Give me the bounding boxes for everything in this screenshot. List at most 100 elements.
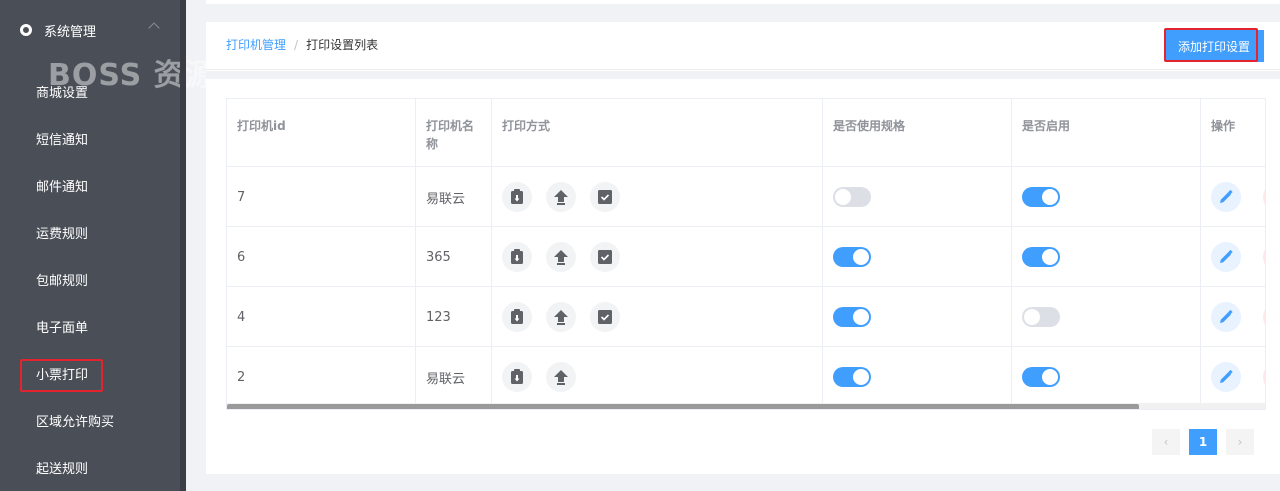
sidebar: 系统管理 BOSS 资源 商城设置 短信通知 邮件通知 运费规则 包邮规则 电子… xyxy=(0,0,215,491)
upload-icon[interactable] xyxy=(546,242,576,272)
enabled-switch[interactable] xyxy=(1022,187,1060,207)
col-actions[interactable]: 操作 xyxy=(1201,99,1265,167)
next-page-button[interactable]: › xyxy=(1226,429,1254,455)
sidebar-item-label: 短信通知 xyxy=(36,133,89,148)
use-spec-switch[interactable] xyxy=(833,247,871,267)
switch-knob xyxy=(1042,369,1058,385)
cell-enabled xyxy=(1012,227,1201,287)
page-1-button[interactable]: 1 xyxy=(1189,429,1217,455)
cell-name: 365 xyxy=(416,227,492,287)
prev-page-button[interactable]: ‹ xyxy=(1152,429,1180,455)
inbox-icon[interactable] xyxy=(590,242,620,272)
upload-icon[interactable] xyxy=(546,302,576,332)
sidebar-item-label: 商城设置 xyxy=(36,86,89,101)
col-printer-id[interactable]: 打印机id xyxy=(227,99,416,167)
col-use-spec[interactable]: 是否使用规格 xyxy=(823,99,1012,167)
upload-icon[interactable] xyxy=(546,182,576,212)
sidebar-item-free-shipping[interactable]: 包邮规则 xyxy=(0,256,180,303)
cell-methods xyxy=(492,287,823,347)
inbox-icon[interactable] xyxy=(590,182,620,212)
col-enabled[interactable]: 是否启用 xyxy=(1012,99,1201,167)
col-print-method[interactable]: 打印方式 xyxy=(492,99,823,167)
edit-button[interactable] xyxy=(1211,302,1241,332)
clipboard-icon[interactable] xyxy=(502,302,532,332)
switch-knob xyxy=(835,189,851,205)
switch-knob xyxy=(853,249,869,265)
upload-icon[interactable] xyxy=(546,362,576,392)
cell-name: 易联云 xyxy=(416,167,492,227)
edit-button[interactable] xyxy=(1211,362,1241,392)
enabled-switch[interactable] xyxy=(1022,307,1060,327)
cell-id: 4 xyxy=(227,287,416,347)
cell-enabled xyxy=(1012,287,1201,347)
cell-methods xyxy=(492,227,823,287)
sidebar-item-e-waybill[interactable]: 电子面单 xyxy=(0,303,180,350)
edit-button[interactable] xyxy=(1211,182,1241,212)
cell-use-spec xyxy=(823,227,1012,287)
table-row: 7 易联云 xyxy=(227,167,1265,227)
col-printer-name[interactable]: 打印机名称 xyxy=(416,99,492,167)
cell-use-spec xyxy=(823,347,1012,407)
switch-knob xyxy=(1042,249,1058,265)
cell-enabled xyxy=(1012,167,1201,227)
use-spec-switch[interactable] xyxy=(833,307,871,327)
breadcrumb-separator: / xyxy=(294,38,299,52)
cell-use-spec xyxy=(823,287,1012,347)
table-row: 4 123 xyxy=(227,287,1265,347)
add-print-setting-button[interactable]: 添加打印设置 xyxy=(1166,30,1262,62)
cell-methods xyxy=(492,347,823,407)
clipboard-icon[interactable] xyxy=(502,362,532,392)
sidebar-item-label: 起送规则 xyxy=(36,462,89,477)
clipboard-icon[interactable] xyxy=(502,182,532,212)
cell-methods xyxy=(492,167,823,227)
sidebar-item-label: 电子面单 xyxy=(36,321,89,336)
cell-id: 7 xyxy=(227,167,416,227)
sidebar-item-label: 区域允许购买 xyxy=(36,415,115,430)
pencil-icon xyxy=(1220,370,1233,383)
enabled-switch[interactable] xyxy=(1022,367,1060,387)
sidebar-item-shipping-rules[interactable]: 运费规则 xyxy=(0,209,180,256)
pencil-icon xyxy=(1220,250,1233,263)
sidebar-item-sms[interactable]: 短信通知 xyxy=(0,115,180,162)
sidebar-item-receipt-print[interactable]: 小票打印 xyxy=(0,350,180,397)
cell-id: 6 xyxy=(227,227,416,287)
switch-knob xyxy=(853,369,869,385)
cell-actions xyxy=(1201,227,1265,287)
breadcrumb: 打印机管理 / 打印设置列表 xyxy=(226,36,378,53)
sidebar-item-email[interactable]: 邮件通知 xyxy=(0,162,180,209)
cell-actions xyxy=(1201,287,1265,347)
top-strip xyxy=(206,0,1280,4)
cell-name: 123 xyxy=(416,287,492,347)
switch-knob xyxy=(1024,309,1040,325)
table-header: 打印机id 打印机名称 打印方式 是否使用规格 是否启用 操作 xyxy=(227,99,1265,167)
cell-use-spec xyxy=(823,167,1012,227)
cell-name: 易联云 xyxy=(416,347,492,407)
sidebar-item-region-purchase[interactable]: 区域允许购买 xyxy=(0,397,180,444)
cell-actions xyxy=(1201,167,1265,227)
scrollbar-thumb[interactable] xyxy=(227,404,1139,409)
use-spec-switch[interactable] xyxy=(833,187,871,207)
sidebar-scrollbar[interactable] xyxy=(180,0,186,491)
table-row: 6 365 xyxy=(227,227,1265,287)
table-horizontal-scrollbar[interactable] xyxy=(227,403,1265,409)
header-band xyxy=(206,71,1280,79)
sidebar-item-mall-settings[interactable]: 商城设置 xyxy=(0,68,180,115)
sidebar-group-title: 系统管理 xyxy=(44,24,97,40)
breadcrumb-bar: 打印机管理 / 打印设置列表 添加打印设置 xyxy=(206,22,1280,70)
cell-id: 2 xyxy=(227,347,416,407)
cell-enabled xyxy=(1012,347,1201,407)
enabled-switch[interactable] xyxy=(1022,247,1060,267)
pencil-icon xyxy=(1220,310,1233,323)
use-spec-switch[interactable] xyxy=(833,367,871,387)
breadcrumb-parent-link[interactable]: 打印机管理 xyxy=(226,38,286,52)
switch-knob xyxy=(1042,189,1058,205)
sidebar-item-label: 包邮规则 xyxy=(36,274,89,289)
gear-icon xyxy=(20,24,32,36)
sidebar-item-label: 运费规则 xyxy=(36,227,89,242)
printer-table: 打印机id 打印机名称 打印方式 是否使用规格 是否启用 操作 7 易联云 6 … xyxy=(226,98,1266,410)
inbox-icon[interactable] xyxy=(590,302,620,332)
edit-button[interactable] xyxy=(1211,242,1241,272)
sidebar-item-min-order[interactable]: 起送规则 xyxy=(0,444,180,491)
clipboard-icon[interactable] xyxy=(502,242,532,272)
breadcrumb-current: 打印设置列表 xyxy=(306,38,379,52)
